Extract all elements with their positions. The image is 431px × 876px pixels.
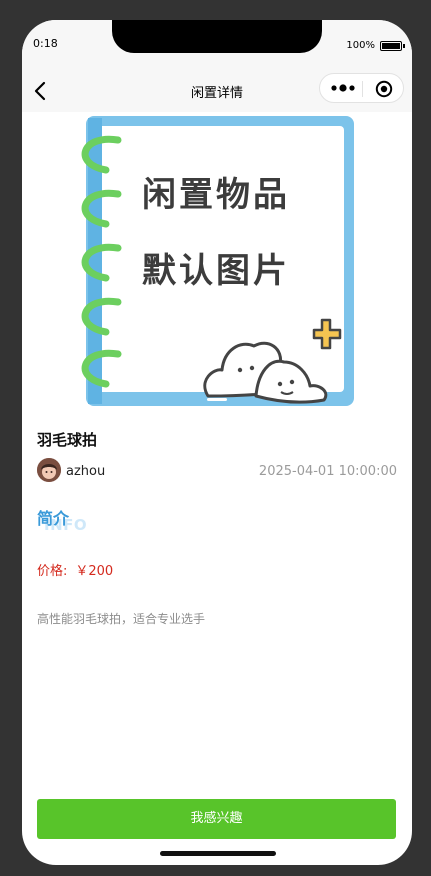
item-description: 高性能羽毛球拍，适合专业选手 xyxy=(37,612,206,626)
capsule-divider xyxy=(362,81,363,97)
phone-screen: 0:18 100% 闲置详情 闲置物品 默认图片 羽毛球拍 azhou 2025… xyxy=(22,20,412,865)
default-item-illustration: 闲置物品 默认图片 xyxy=(81,116,354,406)
hero-text-line1: 闲置物品 xyxy=(142,175,290,215)
interested-button[interactable]: 我感兴趣 xyxy=(37,799,396,839)
camera-notch xyxy=(112,20,322,53)
item-title: 羽毛球拍 xyxy=(37,431,98,449)
user-avatar-icon xyxy=(37,458,61,482)
carousel-indicator xyxy=(207,398,227,401)
price-row: 价格: ￥200 xyxy=(37,560,113,579)
mini-program-capsule xyxy=(319,73,404,103)
battery-percentage: 100% xyxy=(346,40,375,51)
section-title: 简介 xyxy=(37,509,70,528)
price-value: ￥200 xyxy=(75,564,114,579)
hero-text-line2: 默认图片 xyxy=(142,251,290,291)
navigation-bar: 闲置详情 xyxy=(22,70,412,112)
close-mini-program-icon[interactable] xyxy=(375,80,393,98)
post-date: 2025-04-01 10:00:00 xyxy=(258,464,397,479)
more-icon[interactable] xyxy=(330,83,358,93)
avatar[interactable] xyxy=(37,458,61,482)
item-image: 闲置物品 默认图片 xyxy=(22,112,412,411)
seller-username[interactable]: azhou xyxy=(66,464,105,479)
status-time: 0:18 xyxy=(33,37,58,50)
battery-icon xyxy=(380,41,405,51)
home-indicator xyxy=(160,851,276,856)
price-label: 价格: xyxy=(37,564,68,579)
